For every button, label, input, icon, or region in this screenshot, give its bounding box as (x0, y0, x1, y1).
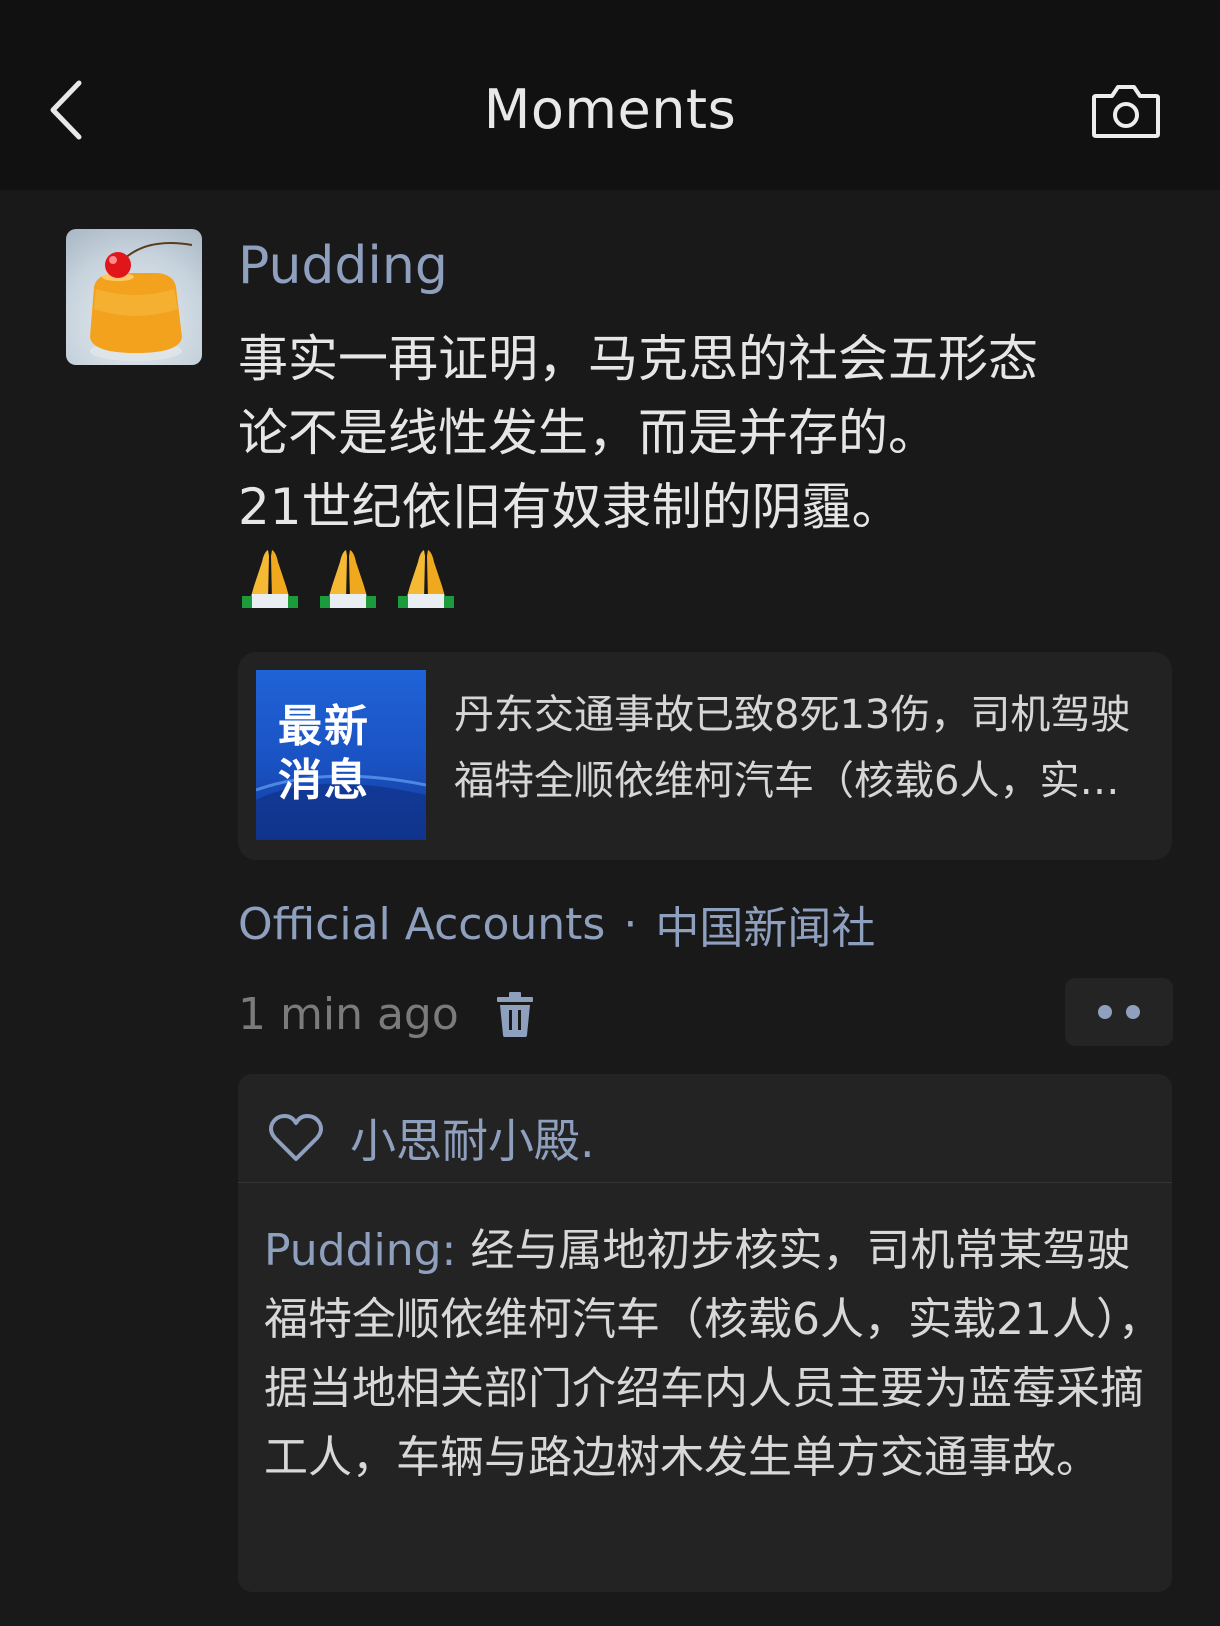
comment-separator: : (441, 1225, 471, 1276)
emoji-row (238, 546, 458, 610)
article-title: 丹东交通事故已致8死13伤，司机驾驶福特全顺依维柯汽车（核载6人，实载21人） (454, 692, 1131, 804)
post-timestamp: 1 min ago (238, 988, 459, 1040)
comment-item[interactable]: Pudding: 经与属地初步核实，司机常某驾驶福特全顺依维柯汽车（核载6人，实… (264, 1216, 1164, 1492)
shared-article-card[interactable]: 最新消息 丹东交通事故已致8死13伤，司机驾驶福特全顺依维柯汽车（核载6人，实载… (238, 652, 1172, 860)
more-dot-icon (1098, 1005, 1112, 1019)
source-separator: · (623, 898, 638, 950)
source-name[interactable]: 中国新闻社 (655, 892, 875, 956)
folded-hands-icon (320, 550, 376, 608)
liker-name[interactable]: 小思耐小殿. (350, 1105, 595, 1171)
article-thumbnail: 最新消息 (256, 670, 426, 840)
post-meta-row: 1 min ago (238, 984, 537, 1044)
folded-hands-icon (242, 550, 298, 608)
trash-icon (496, 992, 533, 1037)
post-text: 事实一再证明，马克思的社会五形态 论不是线性发生，而是并存的。 21世纪依旧有奴… (238, 330, 1038, 536)
source-label[interactable]: Official Accounts (238, 899, 605, 950)
post-username[interactable]: Pudding (238, 236, 448, 296)
page-title: Moments (483, 78, 737, 141)
camera-icon (1092, 85, 1160, 138)
heart-icon (269, 1114, 323, 1161)
more-options-button[interactable] (1065, 978, 1173, 1046)
likes-row: 小思耐小殿. (268, 1096, 595, 1180)
delete-button[interactable] (493, 988, 537, 1040)
more-dot-icon (1126, 1005, 1140, 1019)
source-row: Official Accounts · 中国新闻社 (238, 892, 875, 956)
thumbnail-text: 最新消息 (278, 701, 370, 806)
top-bar: Moments (0, 0, 1220, 190)
comment-author[interactable]: Pudding (264, 1225, 442, 1276)
avatar[interactable] (66, 229, 202, 365)
folded-hands-icon (398, 550, 454, 608)
camera-button[interactable] (1088, 80, 1164, 142)
interactions-panel: 小思耐小殿. Pudding: 经与属地初步核实，司机常某驾驶福特全顺依维柯汽车… (238, 1074, 1172, 1592)
pudding-image (90, 242, 193, 361)
divider (238, 1182, 1172, 1183)
